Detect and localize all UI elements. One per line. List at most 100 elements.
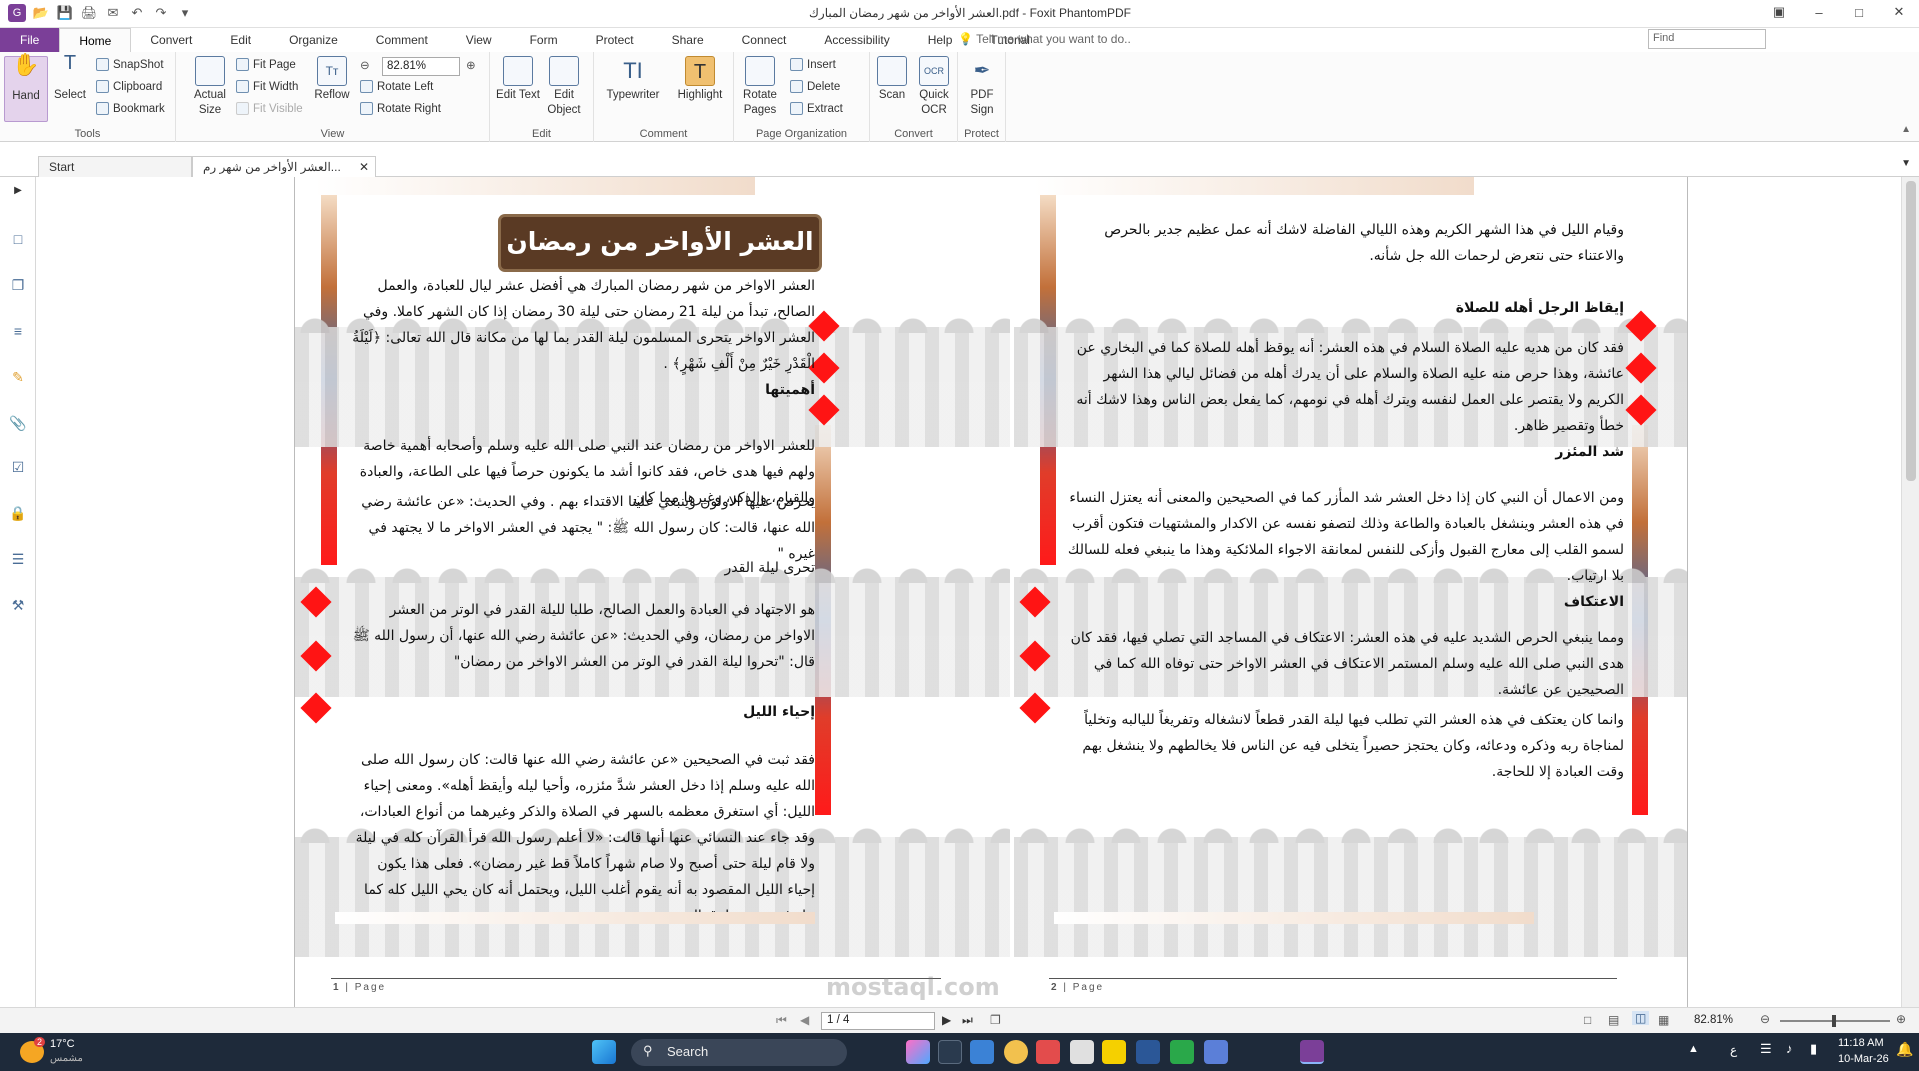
find-input[interactable]: Find xyxy=(1648,29,1766,49)
security-icon[interactable]: 🔒 xyxy=(8,503,28,523)
comments-icon[interactable]: ✎ xyxy=(8,367,28,387)
actual-size-button[interactable]: Actual Size xyxy=(188,56,232,118)
previous-page-icon[interactable]: ◀ xyxy=(800,1013,809,1027)
zoom-in-button[interactable]: ⊕ xyxy=(466,58,476,72)
rotate-left-button[interactable]: Rotate Left xyxy=(360,80,433,93)
pdf-sign-button[interactable]: ✒ PDF Sign xyxy=(960,56,1004,118)
clipboard-button[interactable]: Clipboard xyxy=(96,80,162,93)
page-thumbnails-icon[interactable]: □ xyxy=(8,229,28,249)
tab-accessibility[interactable]: Accessibility xyxy=(805,28,908,52)
zoom-out-icon[interactable]: ⊖ xyxy=(1760,1012,1770,1026)
tab-start[interactable]: Start xyxy=(38,156,192,177)
clock-date[interactable]: 10-Mar-26 xyxy=(1838,1053,1889,1065)
hand-button[interactable]: ✋ Hand xyxy=(4,54,48,122)
snapshot-button[interactable]: SnapShot xyxy=(96,58,164,71)
task-view-icon[interactable] xyxy=(938,1040,962,1064)
foxit-taskbar-icon[interactable] xyxy=(1300,1040,1324,1064)
previous-view-icon[interactable]: ❐ xyxy=(990,1013,1001,1027)
fit-width-button[interactable]: Fit Width xyxy=(236,80,298,93)
tab-connect[interactable]: Connect xyxy=(723,28,806,52)
attachments-icon[interactable]: 📎 xyxy=(8,413,28,433)
media-icon[interactable] xyxy=(1070,1040,1094,1064)
weather-app-icon[interactable] xyxy=(970,1040,994,1064)
signatures-icon[interactable]: ☑ xyxy=(8,457,28,477)
highlight-button[interactable]: T Highlight xyxy=(672,56,728,103)
scroll-thumb[interactable] xyxy=(1906,181,1916,481)
tab-protect[interactable]: Protect xyxy=(577,28,653,52)
taskbar-search[interactable]: ⚲ Search xyxy=(631,1039,847,1066)
show-hidden-icons[interactable]: ▲ xyxy=(1688,1043,1699,1055)
tab-form[interactable]: Form xyxy=(511,28,577,52)
clock-time[interactable]: 11:18 AM xyxy=(1838,1037,1884,1049)
zoom-in-icon[interactable]: ⊕ xyxy=(1896,1012,1906,1026)
rotate-pages-button[interactable]: Rotate Pages xyxy=(738,56,782,118)
teams-icon[interactable] xyxy=(1204,1040,1228,1064)
tab-share[interactable]: Share xyxy=(653,28,723,52)
tab-comment[interactable]: Comment xyxy=(357,28,447,52)
zoom-field[interactable]: 82.81% xyxy=(382,57,460,76)
minimize-icon[interactable]: – xyxy=(1799,0,1839,24)
tab-home[interactable]: Home xyxy=(59,28,132,52)
edit-text-button[interactable]: Edit Text xyxy=(496,56,540,103)
continuous-facing-icon[interactable]: ▦ xyxy=(1658,1013,1669,1027)
vertical-scrollbar[interactable] xyxy=(1901,177,1919,1007)
maximize-icon[interactable]: □ xyxy=(1839,0,1879,24)
continuous-icon[interactable]: ▤ xyxy=(1608,1013,1619,1027)
start-icon[interactable] xyxy=(592,1040,616,1064)
sticky-notes-icon[interactable] xyxy=(1102,1040,1126,1064)
rotate-right-button[interactable]: Rotate Right xyxy=(360,102,441,115)
tab-organize[interactable]: Organize xyxy=(270,28,357,52)
battery-icon[interactable]: ▮ xyxy=(1810,1041,1817,1057)
open-icon[interactable]: 📂 xyxy=(32,4,50,22)
fit-page-button[interactable]: Fit Page xyxy=(236,58,296,71)
zoom-out-button[interactable]: ⊖ xyxy=(360,58,370,72)
tell-me-input[interactable]: 💡 Tell me what you want to do.. xyxy=(958,32,1131,46)
save-icon[interactable]: 💾 xyxy=(56,4,74,22)
select-button[interactable]: T Select xyxy=(48,53,92,103)
close-icon[interactable]: ✕ xyxy=(1879,0,1919,24)
layers-icon[interactable]: ≡ xyxy=(8,321,28,341)
delete-button[interactable]: Delete xyxy=(790,80,840,93)
tab-document[interactable]: العشر الأواخر من شهر رم... ✕ xyxy=(192,156,376,177)
bookmarks-icon[interactable]: ❐ xyxy=(8,275,28,295)
copilot-icon[interactable] xyxy=(906,1040,930,1064)
typewriter-button[interactable]: TI Typewriter xyxy=(602,56,664,103)
customize-icon[interactable]: ▾ xyxy=(176,4,194,22)
restore-ribbon-icon[interactable]: ▣ xyxy=(1759,0,1799,24)
facing-icon[interactable]: ◫ xyxy=(1632,1011,1650,1025)
zoom-value[interactable]: 82.81% xyxy=(1694,1014,1733,1026)
undo-icon[interactable]: ↶ xyxy=(128,4,146,22)
chrome-icon[interactable] xyxy=(1004,1040,1028,1064)
tools-icon[interactable]: ⚒ xyxy=(8,595,28,615)
next-page-icon[interactable]: ▶ xyxy=(942,1013,951,1027)
notifications-icon[interactable]: 🔔 xyxy=(1896,1041,1913,1058)
scan-button[interactable]: Scan xyxy=(870,56,914,103)
last-page-icon[interactable]: ⏭ xyxy=(962,1013,973,1028)
extract-button[interactable]: Extract xyxy=(790,102,843,115)
tab-view[interactable]: View xyxy=(447,28,511,52)
bookmark-button[interactable]: Bookmark xyxy=(96,102,165,115)
insert-button[interactable]: Insert xyxy=(790,58,836,71)
fit-visible-button[interactable]: Fit Visible xyxy=(236,102,303,115)
whatsapp-icon[interactable] xyxy=(1170,1040,1194,1064)
email-icon[interactable]: ✉ xyxy=(104,4,122,22)
single-page-icon[interactable]: □ xyxy=(1584,1013,1591,1027)
zoom-slider[interactable] xyxy=(1780,1015,1890,1027)
app-icon[interactable] xyxy=(1036,1040,1060,1064)
volume-icon[interactable]: ♪ xyxy=(1786,1041,1793,1056)
reflow-button[interactable]: Tт Reflow xyxy=(310,56,354,103)
language-indicator[interactable]: ع xyxy=(1730,1043,1737,1057)
content-icon[interactable]: ☰ xyxy=(8,549,28,569)
network-icon[interactable]: ☰ xyxy=(1760,1041,1772,1057)
page-number-field[interactable]: 1 / 4 xyxy=(821,1012,935,1030)
redo-icon[interactable]: ↷ xyxy=(152,4,170,22)
document-view[interactable]: العشر الأواخر من رمضان العشر الاواخر من … xyxy=(36,177,1919,1007)
zoom-slider-thumb[interactable] xyxy=(1832,1015,1836,1027)
collapse-ribbon-icon[interactable]: ▲ xyxy=(1901,124,1911,135)
print-icon[interactable]: 🖨 xyxy=(80,4,98,22)
tab-list-icon[interactable]: ▼ xyxy=(1901,158,1911,169)
edit-object-button[interactable]: Edit Object xyxy=(542,56,586,118)
close-tab-icon[interactable]: ✕ xyxy=(359,160,369,174)
word-icon[interactable] xyxy=(1136,1040,1160,1064)
tab-file[interactable]: File xyxy=(0,28,60,52)
